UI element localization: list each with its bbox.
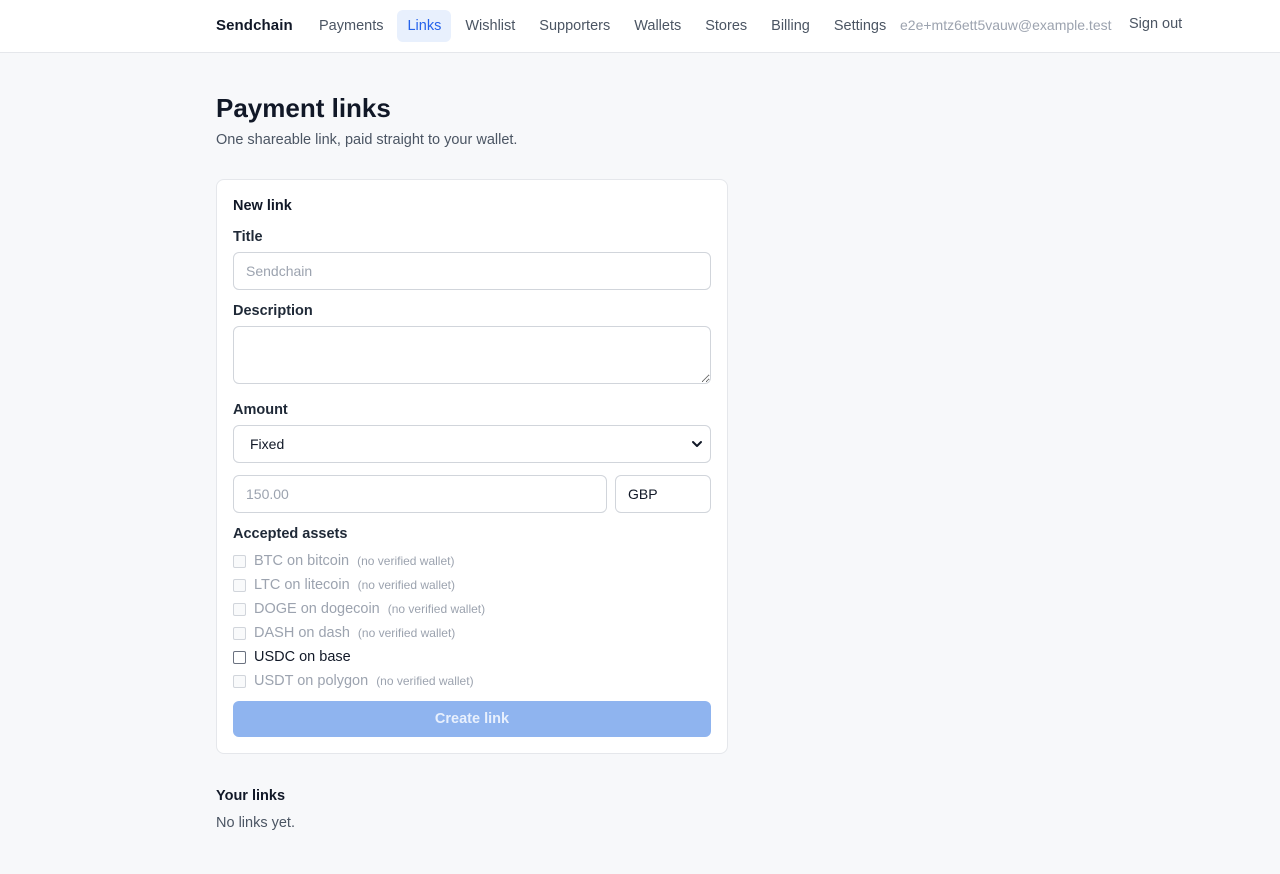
asset-option-dash: DASH on dash (no verified wallet) xyxy=(233,621,713,645)
asset-note: (no verified wallet) xyxy=(357,626,456,640)
asset-option-usdt: USDT on polygon (no verified wallet) xyxy=(233,669,713,693)
new-link-form-card: New link Title Description Amount Fixed … xyxy=(216,179,728,754)
nav-item-supporters[interactable]: Supporters xyxy=(529,10,620,42)
asset-note: (no verified wallet) xyxy=(387,602,486,616)
chevron-down-icon xyxy=(692,441,702,447)
asset-label: BTC on bitcoin xyxy=(254,553,350,569)
asset-checkbox xyxy=(233,578,246,592)
amount-mode-value: Fixed xyxy=(250,436,285,452)
asset-option-usdc[interactable]: USDC on base xyxy=(233,645,713,669)
your-links-heading: Your links xyxy=(216,788,286,804)
page-title: Payment links xyxy=(216,93,391,123)
asset-checkbox xyxy=(233,674,246,688)
brand-logo[interactable]: Sendchain xyxy=(216,17,293,34)
user-email: e2e+mtz6ett5vauw@example.test xyxy=(900,17,1112,33)
nav-item-settings[interactable]: Settings xyxy=(824,10,896,42)
title-input[interactable] xyxy=(233,252,711,290)
asset-label: USDT on polygon xyxy=(254,673,369,689)
title-label: Title xyxy=(233,229,263,245)
asset-checkbox xyxy=(233,602,246,616)
amount-mode-select[interactable]: Fixed xyxy=(233,425,711,463)
accepted-assets-list: BTC on bitcoin (no verified wallet) LTC … xyxy=(233,549,713,693)
links-empty-state: No links yet. xyxy=(216,815,295,831)
asset-note: (no verified wallet) xyxy=(357,578,456,592)
currency-input[interactable] xyxy=(615,475,711,513)
card-title: New link xyxy=(233,198,292,214)
asset-label: LTC on litecoin xyxy=(254,577,350,593)
asset-note: (no verified wallet) xyxy=(376,674,474,688)
nav-item-links[interactable]: Links xyxy=(397,10,452,42)
nav-item-wallets[interactable]: Wallets xyxy=(624,10,691,42)
create-link-button[interactable]: Create link xyxy=(233,701,711,737)
top-navigation-bar: Sendchain Payments Links Wishlist Suppor… xyxy=(0,0,1280,53)
asset-option-doge: DOGE on dogecoin (no verified wallet) xyxy=(233,597,713,621)
amount-label: Amount xyxy=(233,402,288,418)
asset-checkbox xyxy=(233,626,246,640)
asset-note: (no verified wallet) xyxy=(357,554,455,568)
page-subtitle: One shareable link, paid straight to you… xyxy=(216,132,518,148)
asset-label: DASH on dash xyxy=(254,625,350,641)
asset-option-ltc: LTC on litecoin (no verified wallet) xyxy=(233,573,713,597)
sign-out-button[interactable]: Sign out xyxy=(1129,16,1182,32)
amount-input[interactable] xyxy=(233,475,607,513)
asset-label[interactable]: USDC on base xyxy=(254,649,351,665)
nav-item-payments[interactable]: Payments xyxy=(309,10,393,42)
nav-item-wishlist[interactable]: Wishlist xyxy=(455,10,525,42)
asset-option-btc: BTC on bitcoin (no verified wallet) xyxy=(233,549,713,573)
description-textarea[interactable] xyxy=(233,326,711,384)
accepted-assets-label: Accepted assets xyxy=(233,526,348,542)
asset-checkbox[interactable] xyxy=(233,650,246,664)
asset-checkbox xyxy=(233,554,246,568)
main-nav: Payments Links Wishlist Supporters Walle… xyxy=(309,10,900,42)
nav-item-billing[interactable]: Billing xyxy=(761,10,820,42)
nav-item-stores[interactable]: Stores xyxy=(695,10,757,42)
description-label: Description xyxy=(233,303,313,319)
asset-label: DOGE on dogecoin xyxy=(254,601,380,617)
